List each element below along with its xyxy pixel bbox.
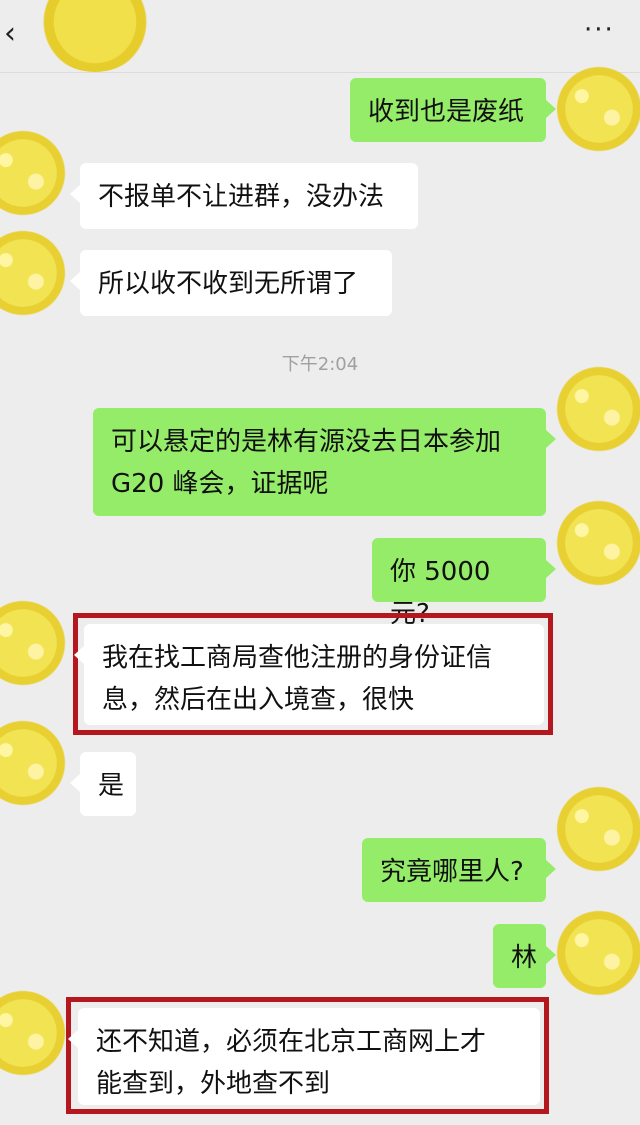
timestamp: 下午2:04	[281, 354, 359, 375]
message-text-line: 能查到，外地查不到	[96, 1069, 331, 1099]
contact-avatar[interactable]	[0, 990, 66, 1076]
message-text-line: 息，然后在出入境查，很快	[102, 685, 415, 715]
message-text-line: 可以悬定的是林有源没去日本参加	[111, 427, 502, 457]
message-text: 究竟哪里人?	[380, 857, 524, 887]
contact-avatar[interactable]	[0, 130, 66, 216]
message-text: 所以收不收到无所谓了	[98, 269, 359, 299]
contact-avatar[interactable]	[0, 720, 66, 806]
message-bubble-sent[interactable]: 林	[493, 924, 556, 988]
message-text-line: 还不知道，必须在北京工商网上才	[96, 1027, 487, 1057]
my-avatar[interactable]	[556, 66, 640, 152]
message-text: 林	[511, 943, 538, 973]
message-bubble-sent[interactable]: 究竟哪里人?	[362, 838, 556, 902]
my-avatar[interactable]	[556, 786, 640, 872]
message-text-line: G20 峰会，证据呢	[111, 469, 329, 499]
message-bubble-sent[interactable]: 收到也是废纸	[350, 78, 556, 142]
contact-avatar	[40, 0, 150, 72]
message-bubble-received[interactable]: 是	[70, 752, 136, 816]
message-bubble-received[interactable]: 所以收不收到无所谓了	[70, 250, 392, 316]
message-text: 是	[98, 771, 125, 801]
message-text-line: 我在找工商局查他注册的身份证信	[102, 643, 493, 673]
my-avatar[interactable]	[556, 366, 640, 452]
message-bubble-received[interactable]: 我在找工商局查他注册的身份证信 息，然后在出入境查，很快	[74, 624, 544, 725]
contact-avatar[interactable]	[0, 230, 66, 316]
my-avatar[interactable]	[556, 910, 640, 996]
message-bubble-received[interactable]: 还不知道，必须在北京工商网上才 能查到，外地查不到	[68, 1008, 540, 1105]
message-text: 不报单不让进群，没办法	[98, 182, 385, 212]
message-bubble-sent[interactable]: 可以悬定的是林有源没去日本参加 G20 峰会，证据呢	[93, 408, 556, 516]
more-options-icon[interactable]: ···	[584, 17, 614, 43]
my-avatar[interactable]	[556, 500, 640, 586]
contact-avatar[interactable]	[0, 600, 66, 686]
message-bubble-received[interactable]: 不报单不让进群，没办法	[70, 163, 418, 229]
chat-header: ‹ ···	[0, 0, 640, 73]
back-icon[interactable]: ‹	[4, 18, 26, 50]
message-bubble-sent[interactable]: 你 5000 元?	[372, 538, 556, 629]
message-text: 收到也是废纸	[368, 97, 525, 127]
